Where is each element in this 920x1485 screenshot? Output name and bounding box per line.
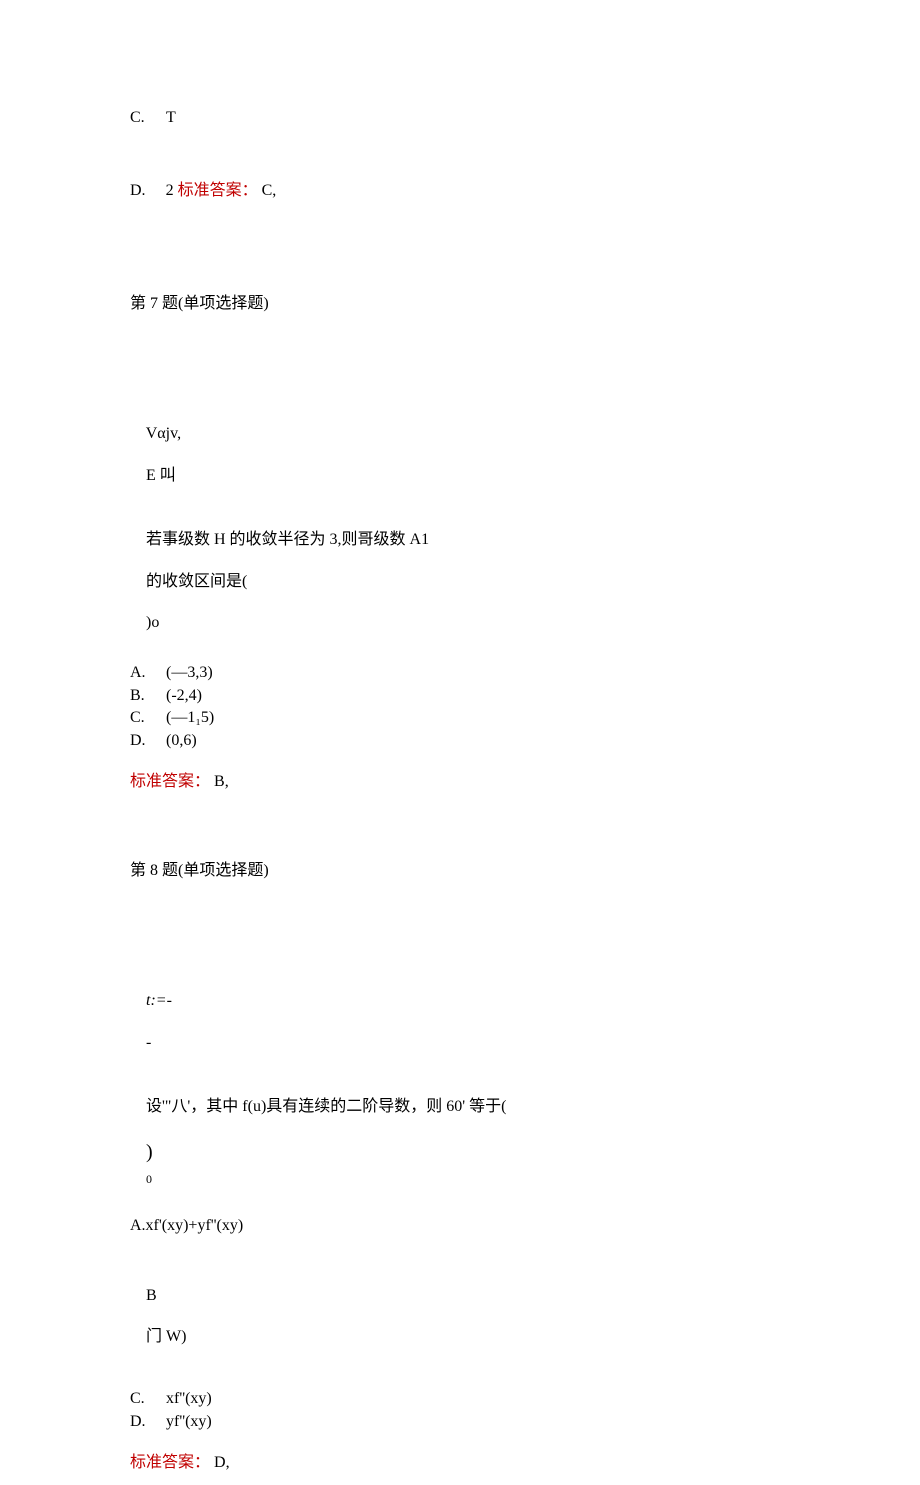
answer-label: 标准答案： xyxy=(130,773,210,790)
q7-fragment-row: Vαjv, E 叫 xyxy=(130,382,790,507)
option-letter: D. xyxy=(130,1412,150,1433)
option-letter: B xyxy=(146,1287,157,1304)
option-letter: D. xyxy=(130,182,146,199)
answer-label: 标准答案： xyxy=(130,1454,210,1471)
option-text: (—1₁5) xyxy=(166,708,214,729)
option-letter: C. xyxy=(130,708,150,729)
option-text: 2 xyxy=(166,182,174,199)
q8-option-a: A.xf'(xy)+yf''(xy) xyxy=(130,1216,790,1237)
q7-header: 第 7 题(单项选择题) xyxy=(130,294,790,315)
q7-stem-a: 若事级数 H 的收敛半径为 3,则哥级数 A1 xyxy=(146,531,429,548)
q7-stem-b: 的收敛区间是( xyxy=(146,573,247,590)
answer-value: C, xyxy=(262,182,277,199)
q7-option-d: D. (0,6) xyxy=(130,731,790,752)
q7-answer: 标准答案： B, xyxy=(130,772,790,793)
q8-header: 第 8 题(单项选择题) xyxy=(130,861,790,882)
q8-stem-b: ) xyxy=(146,1141,153,1163)
option-letter: D. xyxy=(130,731,150,752)
q7-option-c: C. (—1₁5) xyxy=(130,708,790,729)
answer-value: D, xyxy=(214,1454,230,1471)
answer-label: 标准答案： xyxy=(178,182,258,199)
option-text: (0,6) xyxy=(166,731,197,752)
option-text: yf''(xy) xyxy=(166,1412,212,1433)
q8-stem: 设'"八'，其中 f(u)具有连续的二阶导数，则 60' 等于( ) 0 xyxy=(130,1076,790,1208)
option-text: T xyxy=(166,108,176,129)
q8-frag1: t:=- xyxy=(146,992,172,1009)
option-letter: C. xyxy=(130,1389,150,1410)
q7-option-a: A. (—3,3) xyxy=(130,663,790,684)
q8-answer: 标准答案： D, xyxy=(130,1453,790,1474)
q8-stem-a: 设'"八'，其中 f(u)具有连续的二阶导数，则 60' 等于( xyxy=(146,1098,507,1115)
document-page: C. T D. 2 标准答案： C, 第 7 题(单项选择题) Vαjv, E … xyxy=(0,0,790,1473)
option-letter: A. xyxy=(130,663,150,684)
q6-option-d-row: D. 2 标准答案： C, xyxy=(130,181,790,202)
q7-stem: 若事级数 H 的收敛半径为 3,则哥级数 A1 的收敛区间是( )o xyxy=(130,509,790,655)
q8-option-b: B 门 W) xyxy=(130,1265,790,1369)
q8-fragment-row: t:=- - xyxy=(130,950,790,1075)
q7-stem-c: )o xyxy=(146,614,159,631)
q7-frag2: E 叫 xyxy=(146,467,176,484)
option-text: xf''(xy) xyxy=(166,1389,212,1410)
q7-option-b: B. (-2,4) xyxy=(130,686,790,707)
option-text: (-2,4) xyxy=(166,686,202,707)
answer-value: B, xyxy=(214,773,229,790)
q8-option-c: C. xf''(xy) xyxy=(130,1389,790,1410)
q8-option-d: D. yf''(xy) xyxy=(130,1412,790,1433)
option-text: 门 W) xyxy=(146,1328,186,1345)
q6-option-c: C. T xyxy=(130,108,790,129)
option-letter: C. xyxy=(130,108,150,129)
q7-frag1: Vαjv, xyxy=(146,425,181,442)
q8-frag2: - xyxy=(146,1034,151,1051)
q8-stem-c: 0 xyxy=(146,1172,152,1186)
option-letter: B. xyxy=(130,686,150,707)
option-text: (—3,3) xyxy=(166,663,213,684)
